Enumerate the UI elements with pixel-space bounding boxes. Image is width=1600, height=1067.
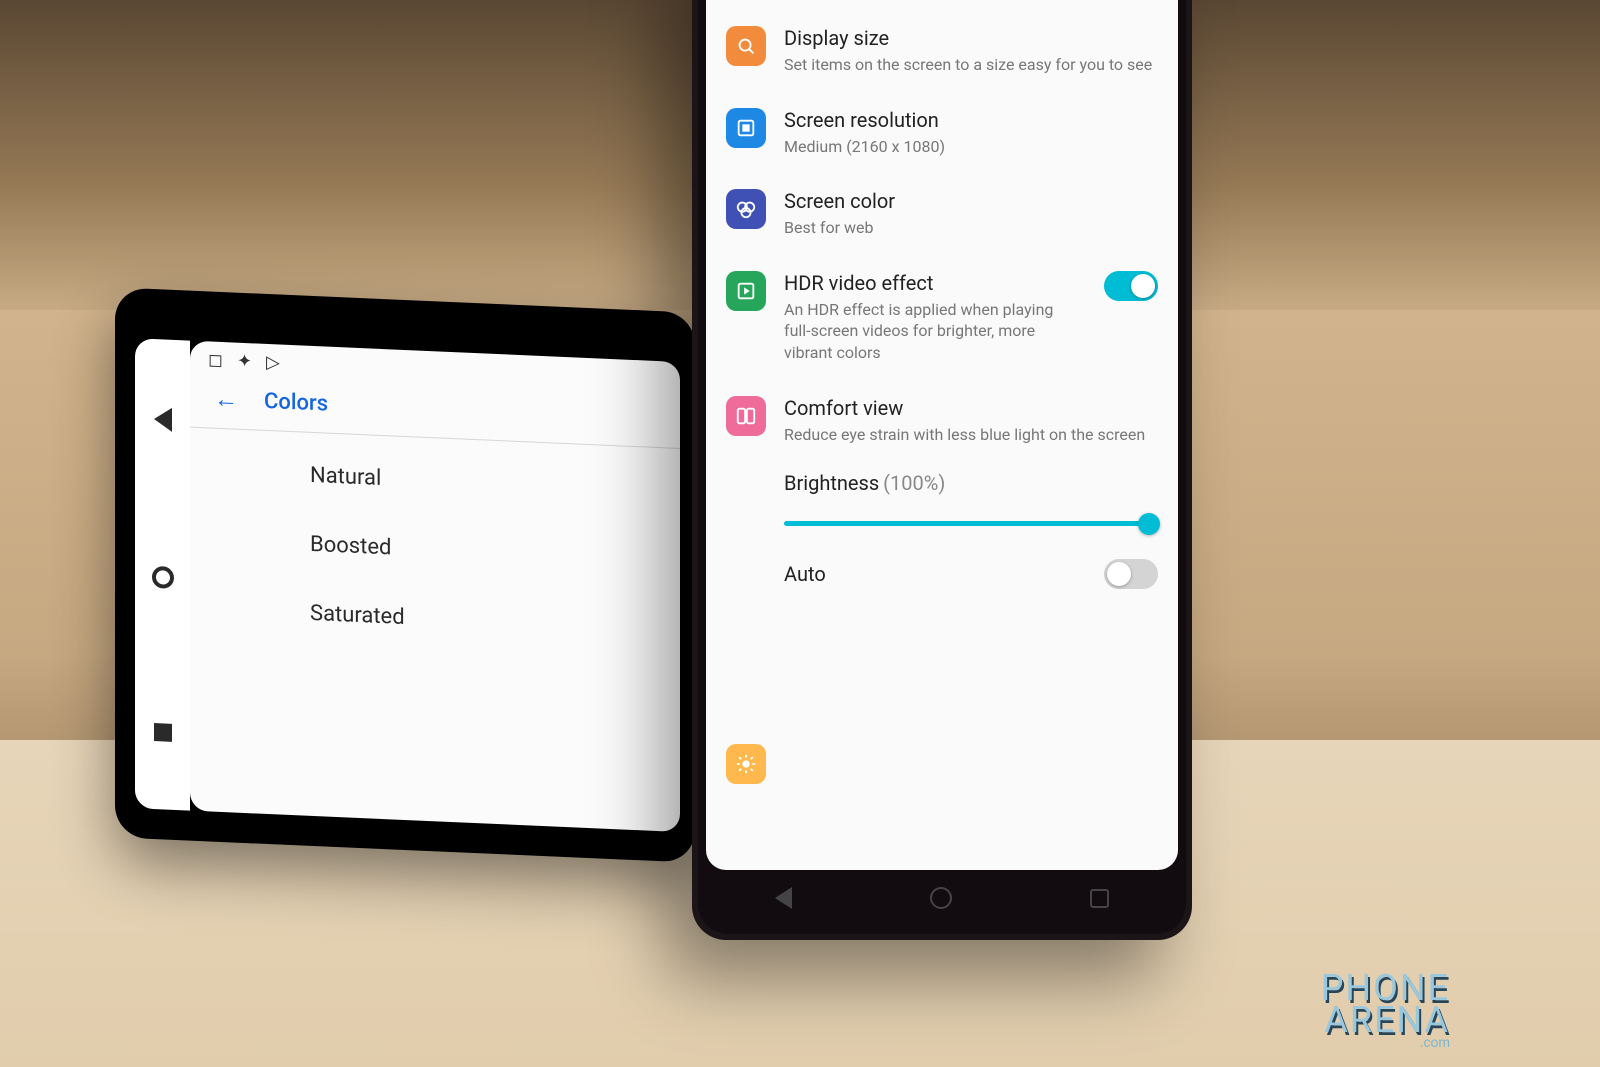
color-options-list: Natural Boosted Saturated	[190, 428, 680, 672]
resolution-sub: Medium (2160 x 1080)	[784, 136, 1158, 158]
hdr-toggle[interactable]	[1104, 271, 1158, 301]
row-display-size[interactable]: Display size Set items on the screen to …	[706, 10, 1178, 92]
nav-recent-icon[interactable]	[154, 723, 172, 742]
row-comfort-view[interactable]: Comfort view Reduce eye strain with less…	[706, 380, 1178, 462]
brightness-slider[interactable]	[784, 509, 1154, 539]
phonearena-watermark: PHONE ARENA .com	[1321, 972, 1450, 1049]
row-screen-color[interactable]: Screen color Best for web	[706, 173, 1178, 255]
display-size-sub: Set items on the screen to a size easy f…	[784, 54, 1158, 76]
display-size-icon	[726, 26, 766, 66]
lg-phone: App scaling Display size Set items on th…	[692, 0, 1192, 940]
gmail-icon: ◻	[208, 349, 223, 371]
screen-color-icon	[726, 189, 766, 229]
display-settings-list[interactable]: App scaling Display size Set items on th…	[706, 0, 1178, 870]
screen-title: Colors	[264, 389, 328, 417]
row-hdr[interactable]: HDR video effect An HDR effect is applie…	[706, 255, 1178, 380]
auto-toggle[interactable]	[1104, 559, 1158, 589]
pixel-phone: ◻ ✦ ▷ ← Colors Natural Boosted Saturated	[115, 287, 695, 862]
screen-color-sub: Best for web	[784, 217, 1158, 239]
back-arrow-icon[interactable]: ←	[214, 385, 238, 415]
row-app-scaling[interactable]: App scaling	[706, 0, 1178, 10]
photos-icon: ✦	[237, 351, 252, 373]
nav-back-icon[interactable]	[154, 407, 172, 432]
brightness-block: Brightness (100%)	[706, 461, 1178, 543]
play-icon: ▷	[266, 352, 280, 374]
hdr-icon	[726, 271, 766, 311]
nav-home-icon[interactable]	[930, 887, 952, 909]
left-screen: ◻ ✦ ▷ ← Colors Natural Boosted Saturated	[190, 341, 680, 832]
brightness-percent: (100%)	[883, 471, 945, 495]
comfort-title: Comfort view	[784, 396, 1158, 420]
resolution-icon	[726, 108, 766, 148]
nav-home-icon[interactable]	[152, 566, 174, 589]
resolution-title: Screen resolution	[784, 108, 1158, 132]
left-nav-bar	[135, 338, 190, 810]
right-nav-bar	[706, 872, 1178, 924]
comfort-view-icon	[726, 396, 766, 436]
brightness-icon	[726, 744, 766, 784]
brightness-label: Brightness	[784, 471, 879, 495]
comfort-sub: Reduce eye strain with less blue light o…	[784, 424, 1158, 446]
brightness-thumb[interactable]	[1138, 513, 1160, 535]
row-auto-brightness[interactable]: Auto	[706, 543, 1178, 597]
screen-color-title: Screen color	[784, 189, 1158, 213]
hdr-sub: An HDR effect is applied when playing fu…	[784, 299, 1080, 364]
auto-label: Auto	[784, 562, 826, 586]
display-size-title: Display size	[784, 26, 1158, 50]
hdr-title: HDR video effect	[784, 271, 1080, 295]
nav-recent-icon[interactable]	[1090, 889, 1109, 908]
right-screen: App scaling Display size Set items on th…	[706, 0, 1178, 870]
row-screen-resolution[interactable]: Screen resolution Medium (2160 x 1080)	[706, 92, 1178, 174]
nav-back-icon[interactable]	[775, 887, 792, 909]
